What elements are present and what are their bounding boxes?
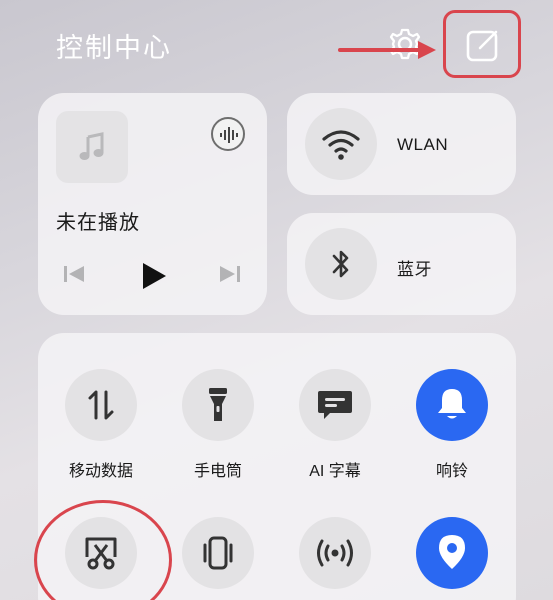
bluetooth-icon (305, 228, 377, 300)
bluetooth-toggle[interactable]: 蓝牙 (287, 213, 516, 315)
tile-label: 响铃 (435, 463, 468, 480)
mobile-data-icon (65, 369, 137, 441)
bluetooth-label: 蓝牙 (397, 260, 432, 279)
vibrate-icon (182, 517, 254, 589)
bell-icon (416, 369, 488, 441)
wifi-icon (305, 108, 377, 180)
subtitles-icon (299, 369, 371, 441)
play-icon[interactable] (140, 261, 168, 296)
album-art (56, 111, 128, 183)
annotation-arrow (338, 38, 438, 62)
wlan-label: WLAN (397, 135, 449, 154)
previous-icon[interactable] (62, 263, 86, 290)
flashlight-icon (182, 369, 254, 441)
media-player-card[interactable]: 未在播放 (38, 93, 267, 315)
music-note-icon (79, 132, 104, 160)
next-icon[interactable] (218, 263, 242, 290)
audio-output-icon[interactable] (211, 117, 245, 151)
tile-label: 移动数据 (68, 463, 133, 480)
tile-label: 手电筒 (193, 463, 242, 480)
wlan-toggle[interactable]: WLAN (287, 93, 516, 195)
location-icon (416, 517, 488, 589)
media-status: 未在播放 (56, 212, 140, 234)
edit-icon[interactable] (465, 27, 501, 63)
page-title: 控制中心 (56, 33, 172, 63)
annotation-box (443, 10, 521, 78)
hotspot-icon (299, 517, 371, 589)
tile-label: AI 字幕 (309, 463, 361, 480)
